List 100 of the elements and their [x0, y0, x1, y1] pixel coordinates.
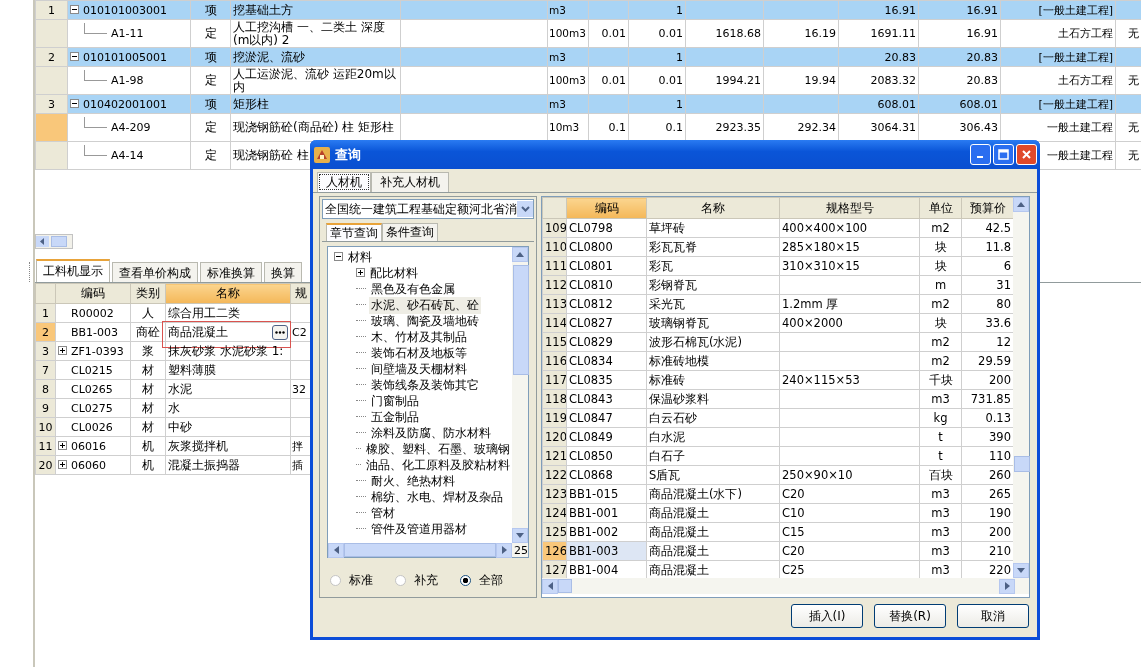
table-cell: 20.83	[918, 66, 1001, 95]
tree-item[interactable]: 玻璃、陶瓷及墙地砖	[369, 312, 481, 330]
radio-option[interactable]: 全部	[460, 572, 503, 589]
tree-item[interactable]: 五金制品	[369, 408, 421, 426]
maximize-button[interactable]	[993, 144, 1014, 165]
vertical-scrollbar[interactable]	[512, 247, 528, 543]
column-header[interactable]: 单位	[919, 197, 962, 219]
expand-icon[interactable]	[356, 268, 365, 277]
tree-connector	[356, 368, 366, 370]
tree-connector	[356, 304, 366, 306]
collapse-icon[interactable]	[70, 51, 79, 61]
scroll-thumb[interactable]	[344, 543, 496, 557]
table-cell: 白石子	[646, 446, 780, 466]
tree-item[interactable]: 水泥、砂石砖瓦、砼	[369, 296, 481, 314]
scroll-thumb[interactable]	[513, 265, 529, 375]
tree-item[interactable]: 装饰线条及装饰其它	[369, 376, 481, 394]
table-cell: m3	[919, 522, 962, 542]
column-header[interactable]: 规格型号	[779, 197, 920, 219]
tree-item[interactable]: 棉纺、水电、焊材及杂品	[369, 488, 505, 506]
expand-icon[interactable]	[58, 459, 67, 469]
dialog-button[interactable]: 替换(R)	[874, 604, 946, 628]
scroll-down-icon[interactable]	[1013, 563, 1029, 578]
tree-item[interactable]: 门窗制品	[369, 392, 421, 410]
scroll-down-icon[interactable]	[512, 528, 528, 543]
expand-icon[interactable]	[58, 440, 67, 450]
tree-item[interactable]: 管材	[369, 504, 397, 522]
collapse-icon[interactable]	[70, 4, 79, 14]
table-cell: CL0868	[566, 465, 647, 485]
table-cell: 彩瓦瓦脊	[646, 237, 780, 257]
radio-option[interactable]: 补充	[395, 572, 438, 589]
table-cell: 标准砖	[646, 370, 780, 390]
radio-button[interactable]	[395, 575, 406, 586]
table-cell: 100m3	[547, 19, 589, 48]
tree-item[interactable]: 黑色及有色金属	[369, 280, 457, 298]
tree-item[interactable]: 装饰石材及地板等	[369, 344, 469, 362]
tree-item[interactable]: 涂料及防腐、防水材料	[369, 424, 493, 442]
code-text: CL0265	[71, 382, 113, 396]
tab[interactable]: 条件查询	[382, 223, 438, 241]
column-header[interactable]: 名称	[646, 197, 780, 219]
radio-button[interactable]	[460, 575, 471, 586]
horizontal-scrollbar[interactable]	[35, 234, 73, 249]
scroll-thumb[interactable]	[51, 236, 67, 247]
tree-item[interactable]: 管件及管道用器材	[369, 520, 469, 538]
tree-item[interactable]: 材料	[346, 248, 374, 266]
tab[interactable]: 查看单价构成	[112, 262, 198, 282]
tab[interactable]: 章节查询	[326, 223, 382, 241]
tab[interactable]: 标准换算	[200, 262, 262, 282]
dialog-button[interactable]: 取消	[957, 604, 1029, 628]
tree-item[interactable]: 木、竹材及其制品	[369, 328, 469, 346]
column-header[interactable]: 编码	[566, 197, 647, 219]
scroll-left-icon[interactable]	[542, 578, 558, 594]
code-text: 06060	[71, 458, 106, 472]
tree-item[interactable]: 油品、化工原料及胶粘材料	[364, 456, 512, 474]
radio-option[interactable]: 标准	[330, 572, 373, 589]
table-cell: m3	[919, 503, 962, 523]
tree-item[interactable]: 间壁墙及天棚材料	[369, 360, 469, 378]
scroll-up-icon[interactable]	[512, 247, 528, 262]
column-header[interactable]: 预算价	[961, 197, 1013, 219]
tree-connector	[356, 480, 366, 482]
vertical-scrollbar[interactable]	[1013, 197, 1029, 578]
name-text: 水泥	[168, 380, 192, 398]
table-cell: 240×115×53	[779, 370, 920, 390]
row-number[interactable]: 1	[35, 0, 68, 20]
scroll-up-icon[interactable]	[1013, 197, 1029, 212]
column-header[interactable]: 名称	[165, 283, 291, 304]
tree-connector	[84, 145, 107, 156]
column-header[interactable]: 类别	[130, 283, 166, 304]
code-text: 010101005001	[83, 50, 167, 64]
scroll-thumb[interactable]	[1014, 455, 1030, 472]
column-header[interactable]: 编码	[55, 283, 131, 304]
scroll-thumb[interactable]	[558, 579, 572, 593]
tab[interactable]: 换算	[264, 262, 302, 282]
table-cell: C15	[779, 522, 920, 542]
browse-button[interactable]	[272, 324, 288, 340]
scroll-left-icon[interactable]	[36, 236, 49, 247]
minimize-button[interactable]	[970, 144, 991, 165]
collapse-icon[interactable]	[334, 252, 343, 261]
scroll-right-icon[interactable]	[999, 578, 1015, 594]
library-dropdown[interactable]: 全国统一建筑工程基础定额河北省消	[322, 199, 534, 219]
table-cell: 机	[130, 455, 166, 475]
tab[interactable]: 补充人材机	[371, 172, 449, 192]
dialog-button[interactable]: 插入(I)	[791, 604, 863, 628]
table-cell: 定	[190, 113, 231, 142]
collapse-icon[interactable]	[70, 98, 79, 108]
tree-item[interactable]: 配比材料	[368, 264, 420, 282]
radio-button[interactable]	[330, 575, 341, 586]
scroll-right-icon[interactable]	[496, 542, 512, 558]
column-header[interactable]: 规	[290, 283, 311, 304]
window-title: 查询	[335, 145, 362, 164]
table-cell: CL0835	[566, 370, 647, 390]
close-button[interactable]	[1016, 144, 1037, 165]
tree-item[interactable]: 耐火、绝热材料	[369, 472, 457, 490]
expand-icon[interactable]	[58, 345, 67, 355]
tab[interactable]: 工料机显示	[36, 259, 110, 282]
maximize-icon	[998, 149, 1009, 160]
tree-connector	[356, 496, 366, 498]
scroll-left-icon[interactable]	[328, 542, 344, 558]
tree-item[interactable]: 橡胶、塑料、石墨、玻璃钢	[364, 440, 512, 458]
tab[interactable]: 人材机	[317, 172, 371, 192]
table-cell: BB1-001	[566, 503, 647, 523]
